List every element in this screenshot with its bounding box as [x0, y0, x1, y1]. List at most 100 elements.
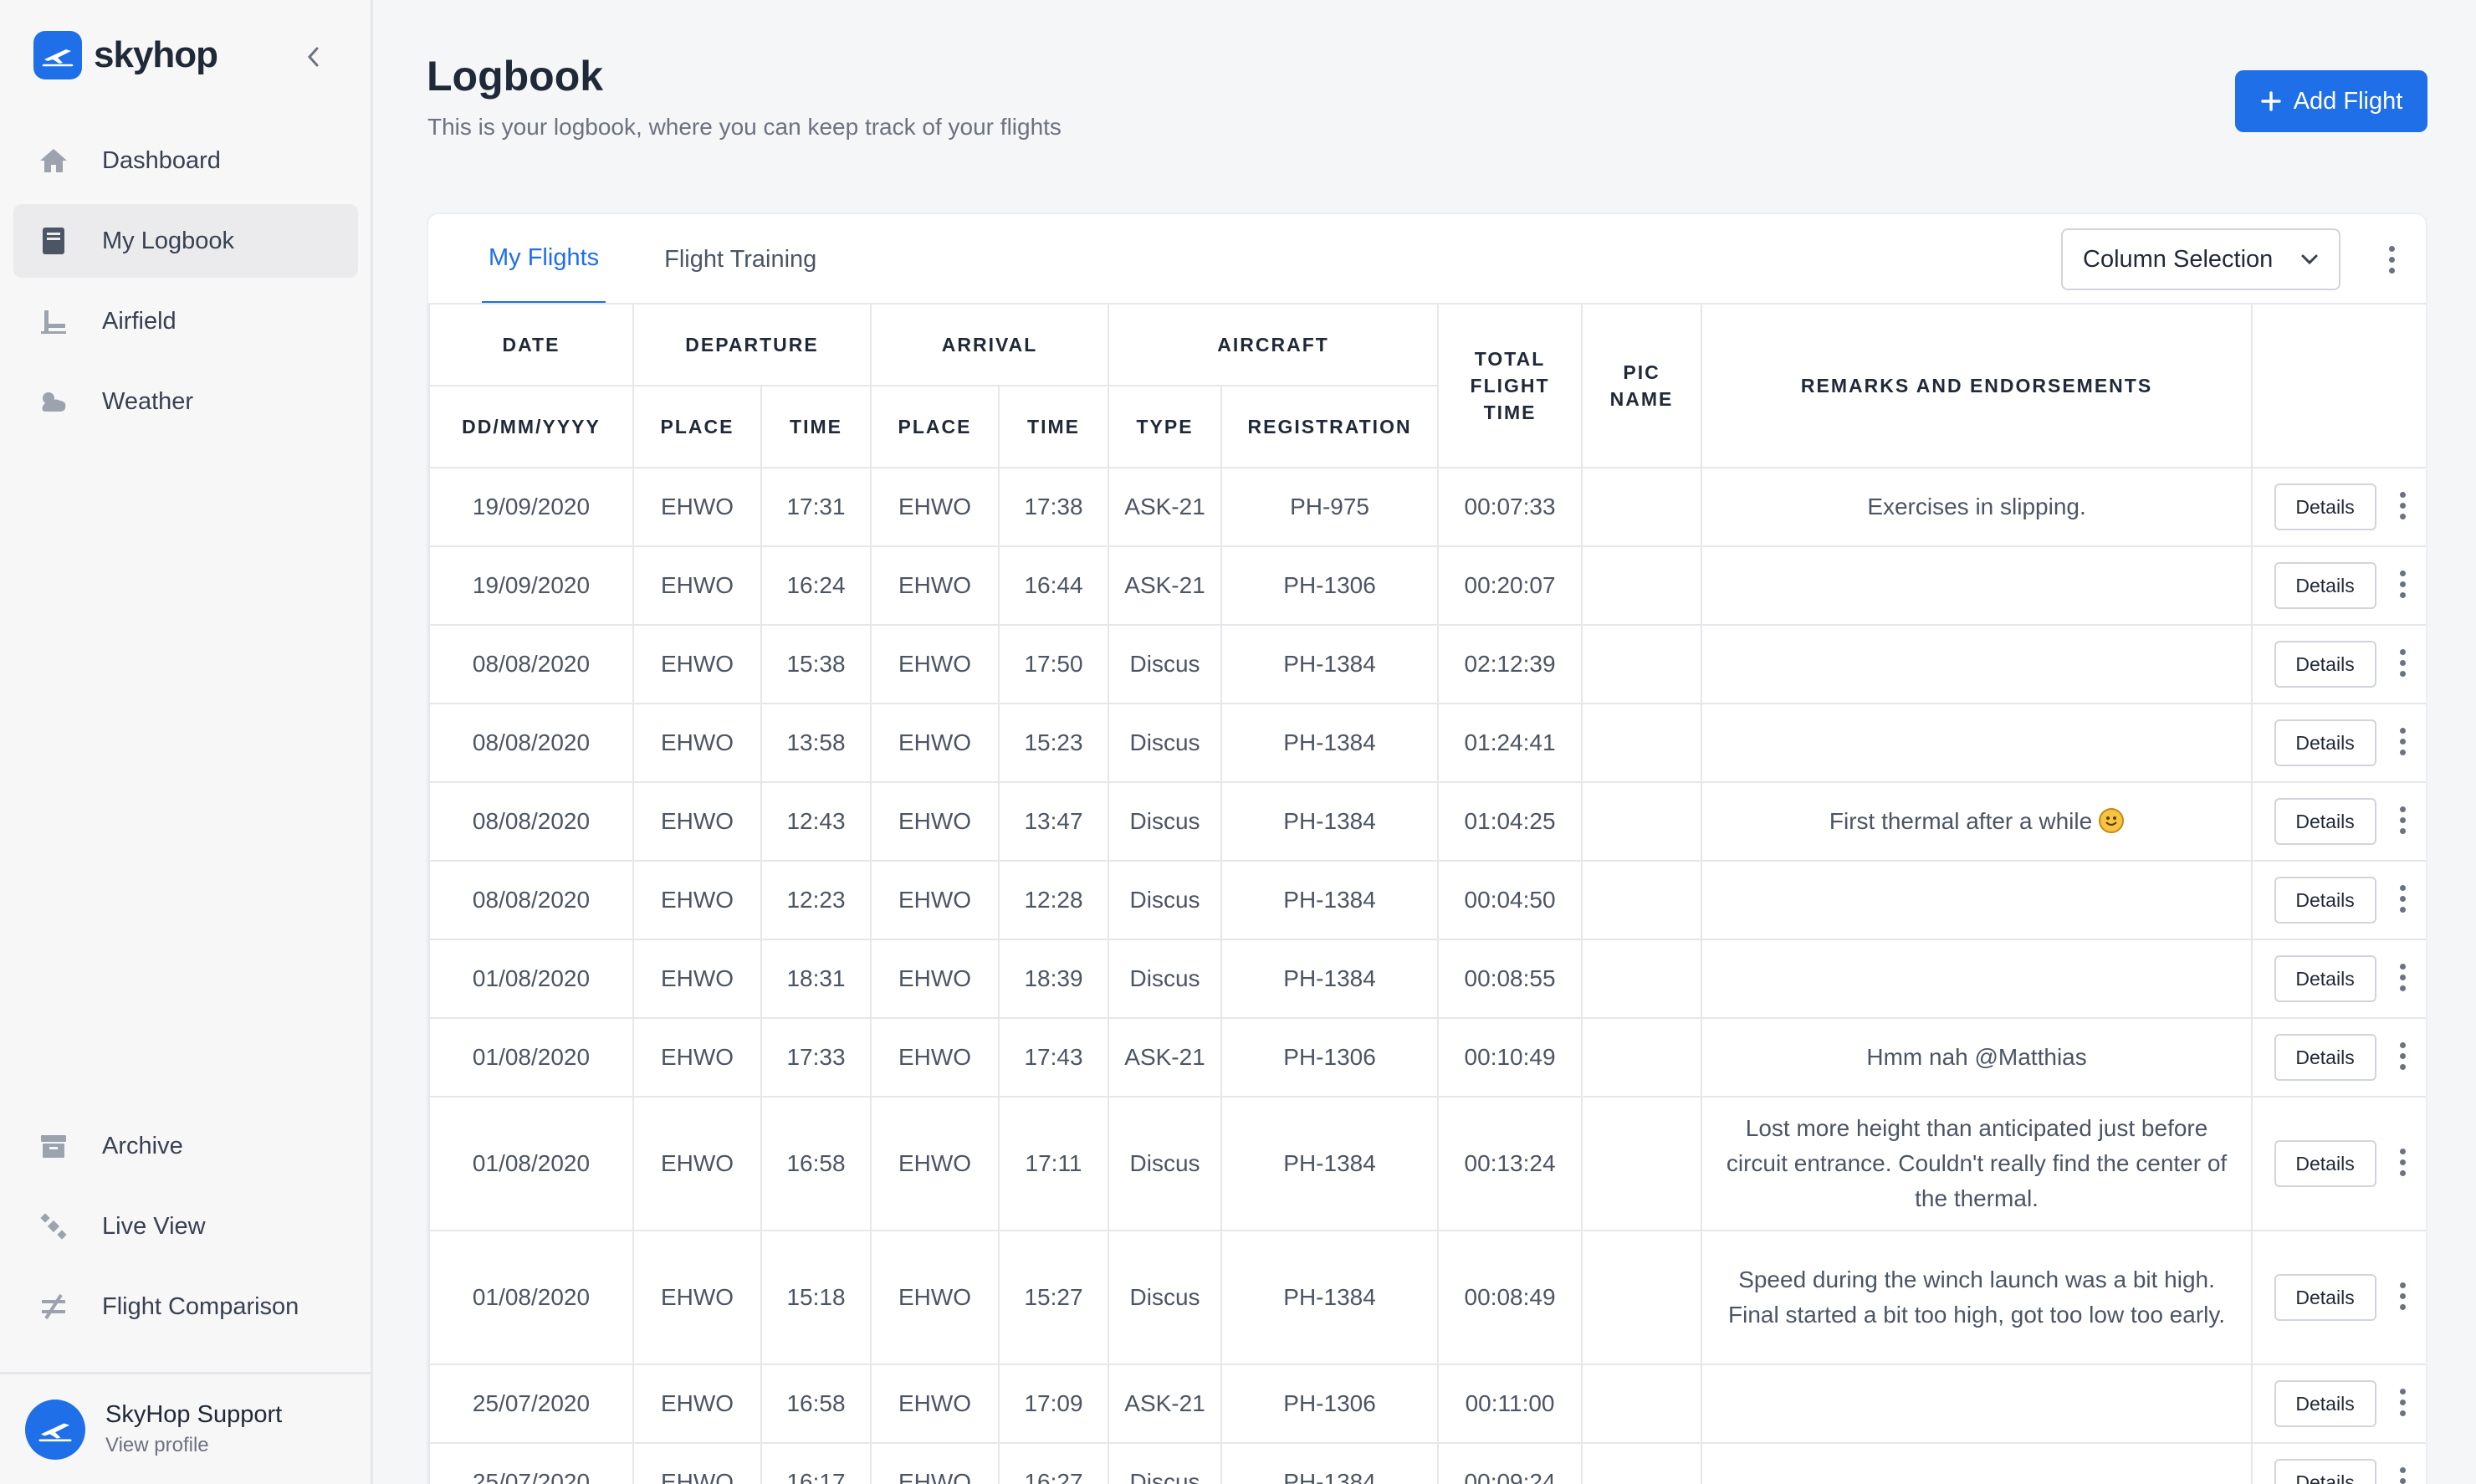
view-profile-link[interactable]: View profile — [105, 1434, 282, 1457]
cell-date: 19/09/2020 — [428, 467, 634, 547]
table-row[interactable]: 25/07/2020 EHWO 16:58 EHWO 17:09 ASK-21 PH-130… — [428, 1364, 2426, 1444]
details-button[interactable]: Details — [2274, 877, 2376, 924]
plus-icon — [2260, 91, 2281, 111]
skyhop-logo-icon — [33, 31, 82, 79]
cell-pic-name — [1581, 703, 1703, 783]
table-row[interactable]: 01/08/2020 EHWO 15:18 EHWO 15:27 Discus PH-138… — [428, 1230, 2426, 1365]
cell-departure-place: EHWO — [632, 860, 762, 940]
table-row[interactable]: 19/09/2020 EHWO 17:31 EHWO 17:38 ASK-21 PH-975… — [428, 467, 2426, 547]
details-button[interactable]: Details — [2274, 955, 2376, 1002]
remarks-text: First thermal after a while — [1829, 808, 2093, 834]
row-more-options-icon[interactable] — [2397, 492, 2407, 522]
profile-name: SkyHop Support — [105, 1401, 283, 1428]
table-row[interactable]: 01/08/2020 EHWO 16:58 EHWO 17:11 Discus PH-138… — [428, 1096, 2426, 1231]
remarks-text: Hmm nah @Matthias — [1866, 1044, 2087, 1070]
row-more-options-icon[interactable] — [2397, 964, 2407, 994]
row-more-options-icon[interactable] — [2397, 728, 2407, 758]
details-button[interactable]: Details — [2274, 1140, 2376, 1187]
cell-date: 01/08/2020 — [428, 1017, 634, 1098]
cell-pic-name — [1581, 1096, 1703, 1231]
nav-item-archive[interactable]: Archive — [13, 1109, 358, 1183]
details-button[interactable]: Details — [2274, 1380, 2376, 1427]
cell-registration: PH-1384 — [1220, 1442, 1440, 1484]
nav-item-my-logbook[interactable]: My Logbook — [13, 204, 358, 278]
cell-pic-name — [1581, 1230, 1703, 1365]
nav-item-live-view[interactable]: Live View — [13, 1190, 358, 1263]
row-more-options-icon[interactable] — [2397, 1042, 2407, 1072]
more-options-icon[interactable] — [2377, 239, 2406, 279]
table-row[interactable]: 08/08/2020 EHWO 12:23 EHWO 12:28 Discus PH-138… — [428, 860, 2426, 940]
home-icon — [37, 144, 70, 177]
header-aircraft: AIRCRAFT — [1108, 303, 1440, 386]
cell-arrival-place: EHWO — [870, 1017, 1000, 1098]
header-date-format: DD/MM/YYYY — [428, 385, 634, 468]
cell-date: 08/08/2020 — [428, 860, 634, 940]
cell-aircraft-type: ASK-21 — [1108, 1017, 1223, 1098]
nav-label: Flight Comparison — [102, 1292, 299, 1320]
row-more-options-icon[interactable] — [2397, 649, 2407, 679]
nav-label: Archive — [102, 1132, 183, 1159]
cell-aircraft-type: Discus — [1108, 860, 1223, 940]
column-selection-dropdown[interactable]: Column Selection — [2061, 228, 2340, 290]
details-button[interactable]: Details — [2274, 1274, 2376, 1321]
header-arrival-time: TIME — [998, 385, 1110, 468]
cell-departure-time: 16:58 — [760, 1364, 872, 1444]
cell-departure-place: EHWO — [632, 624, 762, 704]
details-button[interactable]: Details — [2274, 484, 2376, 530]
cell-departure-time: 16:17 — [760, 1442, 872, 1484]
table-row[interactable]: 08/08/2020 EHWO 15:38 EHWO 17:50 Discus PH-138… — [428, 624, 2426, 704]
smiley-emoji-icon — [2099, 808, 2125, 833]
cell-pic-name — [1581, 1364, 1703, 1444]
nav-item-dashboard[interactable]: Dashboard — [13, 124, 358, 197]
details-button[interactable]: Details — [2274, 1459, 2376, 1484]
nav-item-flight-comparison[interactable]: Flight Comparison — [13, 1270, 358, 1343]
cell-date: 19/09/2020 — [428, 545, 634, 626]
cell-departure-time: 13:58 — [760, 703, 872, 783]
add-flight-button[interactable]: Add Flight — [2235, 70, 2427, 132]
cell-pic-name — [1581, 781, 1703, 862]
tab-my-flights[interactable]: My Flights — [482, 214, 606, 304]
row-more-options-icon[interactable] — [2397, 885, 2407, 915]
row-more-options-icon[interactable] — [2397, 571, 2407, 601]
collapse-sidebar-icon[interactable] — [298, 42, 328, 72]
details-button[interactable]: Details — [2274, 798, 2376, 845]
tab-flight-training[interactable]: Flight Training — [657, 214, 823, 304]
table-row[interactable]: 25/07/2020 EHWO 16:17 EHWO 16:27 Discus PH-138… — [428, 1442, 2426, 1484]
cell-aircraft-type: Discus — [1108, 703, 1223, 783]
cell-actions: Details — [2251, 939, 2426, 1019]
details-button[interactable]: Details — [2274, 1034, 2376, 1081]
cell-arrival-place: EHWO — [870, 624, 1000, 704]
row-more-options-icon[interactable] — [2397, 1467, 2407, 1484]
row-more-options-icon[interactable] — [2397, 1149, 2407, 1179]
archive-icon — [37, 1129, 70, 1163]
cell-aircraft-type: ASK-21 — [1108, 1364, 1223, 1444]
nav-label: Weather — [102, 387, 194, 415]
cell-actions: Details — [2251, 781, 2426, 862]
row-more-options-icon[interactable] — [2397, 1282, 2407, 1313]
cell-arrival-time: 17:09 — [998, 1364, 1110, 1444]
details-button[interactable]: Details — [2274, 641, 2376, 688]
row-more-options-icon[interactable] — [2397, 1389, 2407, 1419]
nav-item-airfield[interactable]: Airfield — [13, 284, 358, 358]
details-button[interactable]: Details — [2274, 719, 2376, 766]
table-row[interactable]: 19/09/2020 EHWO 16:24 EHWO 16:44 ASK-21 PH-130… — [428, 545, 2426, 626]
cell-remarks: Lost more height than anticipated just b… — [1701, 1096, 2253, 1231]
cell-departure-time: 17:31 — [760, 467, 872, 547]
table-row[interactable]: 08/08/2020 EHWO 13:58 EHWO 15:23 Discus PH-138… — [428, 703, 2426, 783]
row-more-options-icon[interactable] — [2397, 806, 2407, 837]
cell-date: 01/08/2020 — [428, 1230, 634, 1365]
cell-registration: PH-1306 — [1220, 545, 1440, 626]
cell-departure-place: EHWO — [632, 703, 762, 783]
table-row[interactable]: 08/08/2020 EHWO 12:43 EHWO 13:47 Discus PH-138… — [428, 781, 2426, 862]
cell-remarks — [1701, 703, 2253, 783]
cell-arrival-place: EHWO — [870, 781, 1000, 862]
table-row[interactable]: 01/08/2020 EHWO 17:33 EHWO 17:43 ASK-21 PH-130… — [428, 1017, 2426, 1098]
details-button[interactable]: Details — [2274, 562, 2376, 609]
user-profile[interactable]: SkyHop Support View profile — [0, 1372, 371, 1484]
cell-departure-place: EHWO — [632, 467, 762, 547]
cell-arrival-time: 17:38 — [998, 467, 1110, 547]
cell-registration: PH-1384 — [1220, 1096, 1440, 1231]
table-row[interactable]: 01/08/2020 EHWO 18:31 EHWO 18:39 Discus PH-138… — [428, 939, 2426, 1019]
brand[interactable]: skyhop — [33, 30, 335, 80]
nav-item-weather[interactable]: Weather — [13, 365, 358, 438]
